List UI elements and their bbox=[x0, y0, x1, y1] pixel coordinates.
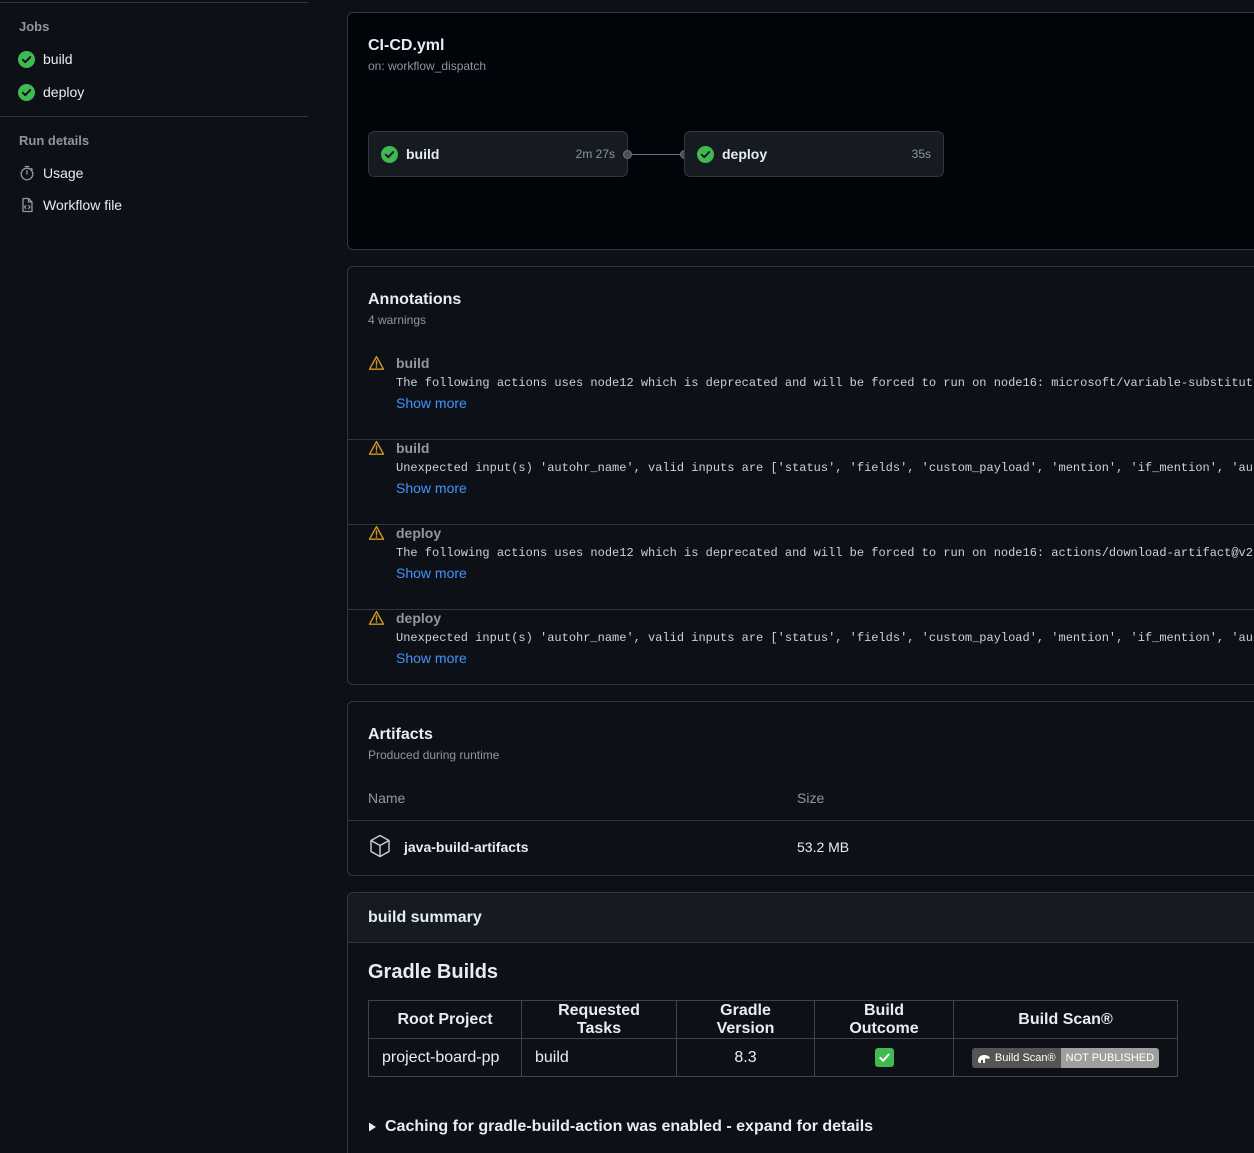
annotation-item: deploy The following actions uses node12… bbox=[348, 525, 1254, 610]
package-icon bbox=[369, 834, 391, 861]
annotation-job: deploy bbox=[396, 610, 442, 626]
gradle-builds-heading: Gradle Builds bbox=[368, 961, 499, 983]
summary-header-title: build summary bbox=[368, 909, 482, 926]
sidebar-item-label: deploy bbox=[43, 84, 85, 100]
job-node-deploy[interactable]: deploy 35s bbox=[684, 131, 944, 177]
job-duration: 2m 27s bbox=[575, 147, 615, 161]
gradle-builds-table: Root Project Requested Tasks Gradle Vers… bbox=[368, 1000, 1178, 1077]
job-node-build[interactable]: build 2m 27s bbox=[368, 131, 628, 177]
table-header: Gradle Version bbox=[676, 1000, 815, 1039]
annotation-item: deploy Unexpected input(s) 'autohr_name'… bbox=[348, 610, 1254, 686]
annotation-message: Unexpected input(s) 'autohr_name', valid… bbox=[396, 631, 1253, 645]
gradle-elephant-icon bbox=[977, 1053, 991, 1063]
stopwatch-icon bbox=[18, 165, 35, 182]
badge-status: NOT PUBLISHED bbox=[1060, 1047, 1160, 1068]
check-circle-icon bbox=[697, 145, 714, 163]
job-duration: 35s bbox=[911, 147, 931, 161]
annotations-count: 4 warnings bbox=[368, 313, 427, 327]
run-details-heading: Run details bbox=[19, 133, 90, 148]
annotation-item: build Unexpected input(s) 'autohr_name',… bbox=[348, 440, 1254, 525]
show-more-link[interactable]: Show more bbox=[396, 480, 467, 496]
column-header-name: Name bbox=[368, 790, 406, 806]
caching-details-toggle[interactable]: Caching for gradle-build-action was enab… bbox=[368, 1118, 873, 1136]
sidebar-item-usage[interactable]: Usage bbox=[18, 161, 83, 185]
triangle-right-icon bbox=[368, 1122, 377, 1132]
annotation-message: Unexpected input(s) 'autohr_name', valid… bbox=[396, 461, 1253, 475]
show-more-link[interactable]: Show more bbox=[396, 395, 467, 411]
show-more-link[interactable]: Show more bbox=[396, 650, 467, 666]
requested-tasks-cell: build bbox=[521, 1038, 677, 1077]
green-check-emoji-icon bbox=[874, 1048, 894, 1067]
artifact-size: 53.2 MB bbox=[797, 839, 850, 855]
alert-icon bbox=[368, 440, 385, 459]
job-name: build bbox=[406, 146, 440, 162]
artifacts-card: Artifacts Produced during runtime Name S… bbox=[347, 701, 1254, 876]
sidebar-item-label: Usage bbox=[43, 165, 84, 181]
workflow-trigger: on: workflow_dispatch bbox=[368, 59, 487, 73]
artifact-name-link[interactable]: java-build-artifacts bbox=[404, 839, 528, 855]
gradle-version-cell: 8.3 bbox=[676, 1038, 815, 1077]
alert-icon bbox=[368, 610, 385, 629]
sidebar-divider bbox=[0, 2, 308, 3]
check-circle-icon bbox=[381, 145, 398, 163]
file-code-icon bbox=[18, 197, 35, 214]
alert-icon bbox=[368, 355, 385, 374]
sidebar-item-deploy[interactable]: deploy bbox=[18, 80, 84, 104]
job-name: deploy bbox=[722, 146, 768, 162]
artifacts-subtitle: Produced during runtime bbox=[368, 748, 500, 762]
show-more-link[interactable]: Show more bbox=[396, 565, 467, 581]
check-circle-icon bbox=[18, 50, 35, 68]
sidebar: Jobs build deploy Run details Usage Work… bbox=[0, 0, 310, 1153]
table-header: Root Project bbox=[368, 1000, 522, 1039]
job-connector-line bbox=[632, 154, 684, 155]
annotation-item: build The following actions uses node12 … bbox=[348, 355, 1254, 440]
annotation-job: build bbox=[396, 355, 430, 371]
table-header-row: Root Project Requested Tasks Gradle Vers… bbox=[368, 1000, 1178, 1039]
workflow-title: CI-CD.yml bbox=[368, 37, 445, 54]
table-header: Requested Tasks bbox=[521, 1000, 677, 1039]
annotations-card: Annotations 4 warnings build The followi… bbox=[347, 266, 1254, 685]
build-outcome-cell bbox=[814, 1038, 954, 1077]
annotation-message: The following actions uses node12 which … bbox=[396, 546, 1253, 560]
jobs-heading: Jobs bbox=[19, 19, 50, 34]
sidebar-item-label: Workflow file bbox=[43, 197, 123, 213]
table-header: Build Scan® bbox=[953, 1000, 1178, 1039]
artifacts-title: Artifacts bbox=[368, 726, 433, 743]
artifact-row: java-build-artifacts 53.2 MB bbox=[348, 820, 1254, 876]
workflow-graph-card: CI-CD.yml on: workflow_dispatch build 2m… bbox=[347, 12, 1254, 250]
connector-dot bbox=[623, 150, 632, 159]
column-header-size: Size bbox=[797, 790, 825, 806]
badge-label: Build Scan® bbox=[994, 1051, 1056, 1064]
sidebar-item-label: build bbox=[43, 51, 73, 67]
caching-details-label: Caching for gradle-build-action was enab… bbox=[385, 1118, 874, 1135]
table-row: project-board-pp build 8.3 Build Scan® N… bbox=[368, 1038, 1178, 1077]
annotation-message: The following actions uses node12 which … bbox=[396, 376, 1253, 390]
annotation-job: build bbox=[396, 440, 430, 456]
table-header: Build Outcome bbox=[814, 1000, 954, 1039]
sidebar-item-workflow-file[interactable]: Workflow file bbox=[18, 193, 122, 217]
check-circle-icon bbox=[18, 83, 35, 101]
build-scan-badge[interactable]: Build Scan® NOT PUBLISHED bbox=[971, 1047, 1160, 1068]
summary-header: build summary bbox=[348, 893, 1254, 943]
annotation-job: deploy bbox=[396, 525, 442, 541]
sidebar-divider bbox=[0, 116, 308, 117]
annotations-title: Annotations bbox=[368, 291, 462, 308]
build-scan-cell: Build Scan® NOT PUBLISHED bbox=[953, 1038, 1178, 1077]
build-summary-card: build summary Gradle Builds Root Project… bbox=[347, 892, 1254, 1153]
root-project-cell: project-board-pp bbox=[368, 1038, 522, 1077]
alert-icon bbox=[368, 525, 385, 544]
sidebar-item-build[interactable]: build bbox=[18, 47, 73, 71]
